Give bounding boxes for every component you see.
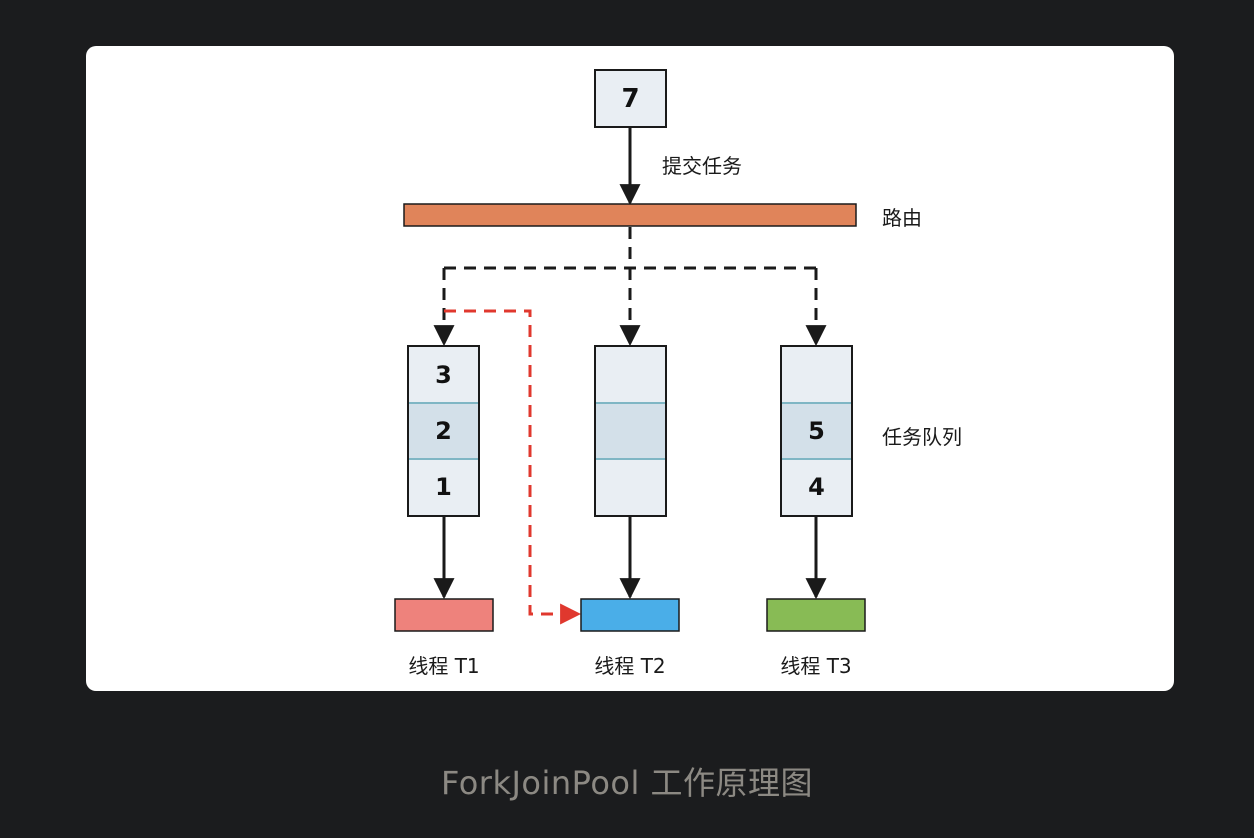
diagram-card: 7 提交任务 路由 3 2 1 5 4 任务队列 线程 T1 线程 T2 线程 … [86,46,1174,691]
queue-1-task: 3 [435,361,452,389]
dispatch-lines [433,227,827,347]
forkjoinpool-diagram: 7 提交任务 路由 3 2 1 5 4 任务队列 线程 T1 线程 T2 线程 … [394,69,962,678]
queue-1-task: 2 [435,417,452,445]
figure-caption: ForkJoinPool 工作原理图 [440,764,814,802]
thread-3-label: 线程 T3 [780,654,851,678]
thread-1-box [394,598,494,632]
task-queue-2 [594,345,667,517]
submit-label: 提交任务 [662,154,742,178]
thread-2-label: 线程 T2 [594,654,665,678]
thread-3-box [766,598,866,632]
queue-3-task: 4 [808,473,825,501]
router-label: 路由 [882,206,922,230]
submitted-task: 7 [594,69,667,128]
thread-1-label: 线程 T1 [408,654,479,678]
submitted-task-label: 7 [621,84,639,114]
task-queue-3: 5 4 [780,345,853,517]
task-queue-1: 3 2 1 [407,345,480,517]
queue-3-task: 5 [808,417,825,445]
thread-2-box [580,598,680,632]
queue-1-task: 1 [435,473,452,501]
queue-2-middle-cell [596,403,665,459]
router-bar [403,203,857,227]
queue-label: 任务队列 [882,425,962,449]
